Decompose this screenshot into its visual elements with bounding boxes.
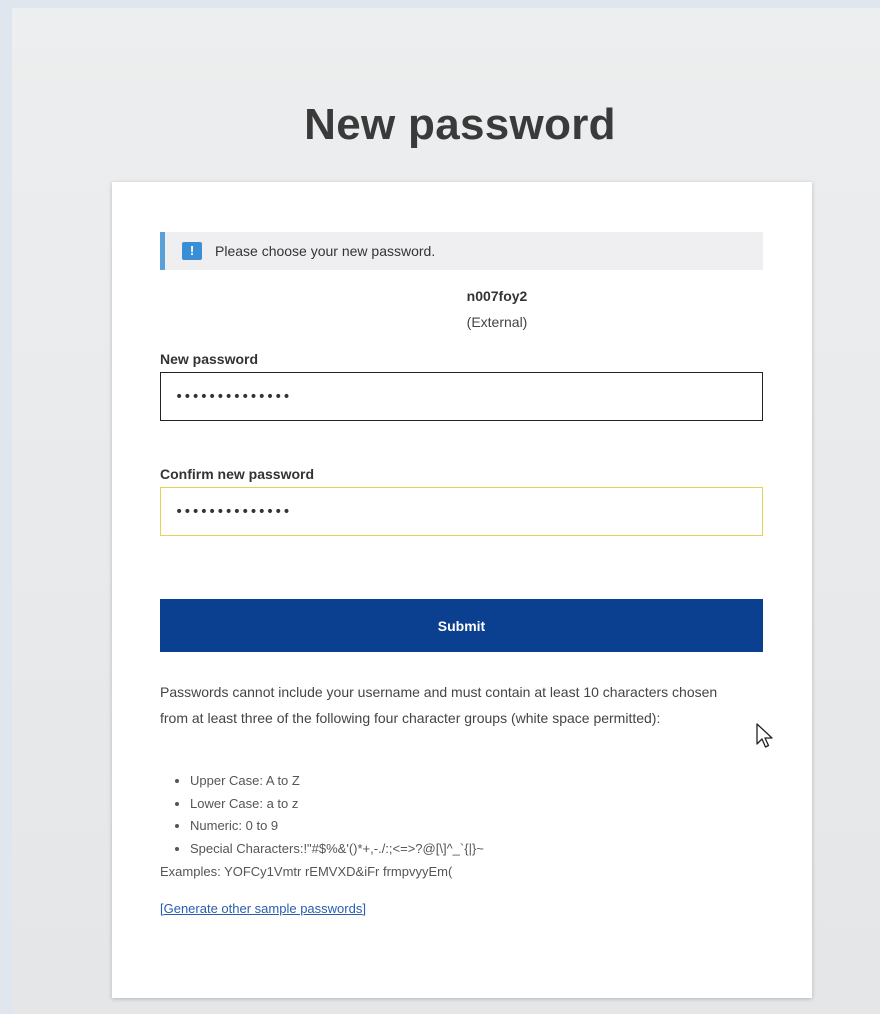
notice-text: Please choose your new password. [215, 243, 436, 259]
generate-passwords-link[interactable]: [Generate other sample passwords] [160, 901, 366, 916]
character-groups-list: Upper Case: A to Z Lower Case: a to z Nu… [160, 770, 484, 860]
account-type: (External) [466, 314, 528, 330]
list-item: Special Characters:!"#$%&'()*+,-./:;<=>?… [190, 838, 484, 861]
exclamation-icon: ! [182, 242, 202, 260]
list-item: Numeric: 0 to 9 [190, 815, 484, 838]
list-item: Upper Case: A to Z [190, 770, 484, 793]
new-password-input[interactable] [160, 372, 763, 421]
confirm-password-input[interactable] [160, 487, 763, 536]
page-title: New password [304, 100, 616, 149]
confirm-password-label: Confirm new password [160, 466, 315, 482]
info-notice: ! Please choose your new password. [160, 232, 763, 270]
new-password-label: New password [160, 351, 259, 367]
username: n007foy2 [466, 288, 528, 304]
list-item: Lower Case: a to z [190, 793, 484, 816]
password-form-card: ! Please choose your new password. n007f… [112, 182, 812, 998]
mouse-cursor-icon [756, 723, 773, 748]
submit-button[interactable]: Submit [160, 599, 763, 652]
password-rules-text: Passwords cannot include your username a… [160, 684, 718, 726]
example-passwords: Examples: YOFCy1Vmtr rEMVXD&iFr frmpvyyE… [160, 864, 453, 879]
